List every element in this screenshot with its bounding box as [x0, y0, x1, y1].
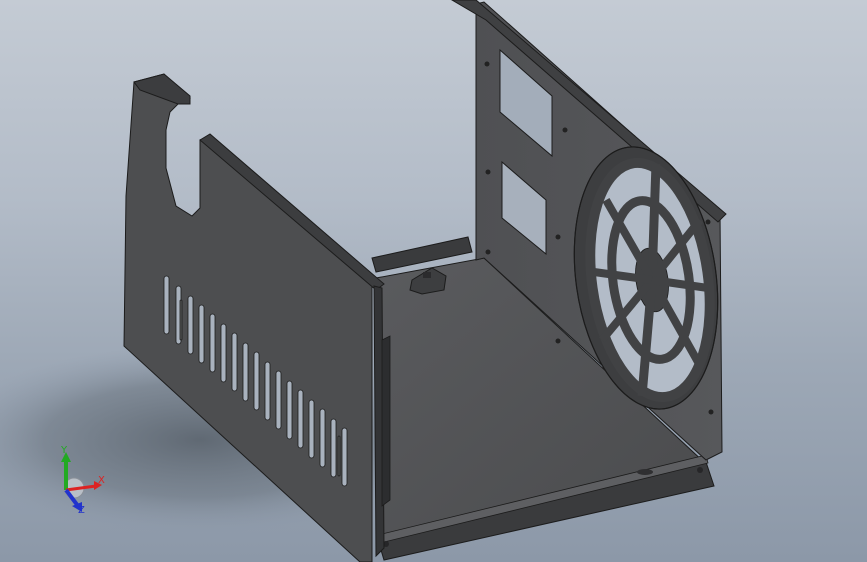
mount-hole	[555, 338, 561, 344]
mount-hole	[705, 219, 711, 225]
graphics-viewport[interactable]: Y X Z	[0, 0, 867, 562]
y-axis-label: Y	[61, 445, 68, 456]
x-axis-label: X	[98, 475, 105, 486]
left-panel-inner-tab	[381, 335, 391, 507]
mount-hole	[484, 61, 490, 67]
sheet-metal-enclosure-model[interactable]	[0, 0, 867, 562]
z-axis-label: Z	[78, 505, 85, 516]
floor-tab-slot	[423, 272, 431, 278]
mount-hole	[485, 169, 491, 175]
reference-triad[interactable]: Y X Z	[52, 446, 112, 520]
mount-hole	[562, 127, 568, 133]
mount-hole	[555, 234, 561, 240]
lip-hole	[697, 467, 703, 473]
mount-hole	[485, 249, 491, 255]
floor-slot	[637, 469, 653, 475]
mount-hole	[708, 409, 714, 415]
